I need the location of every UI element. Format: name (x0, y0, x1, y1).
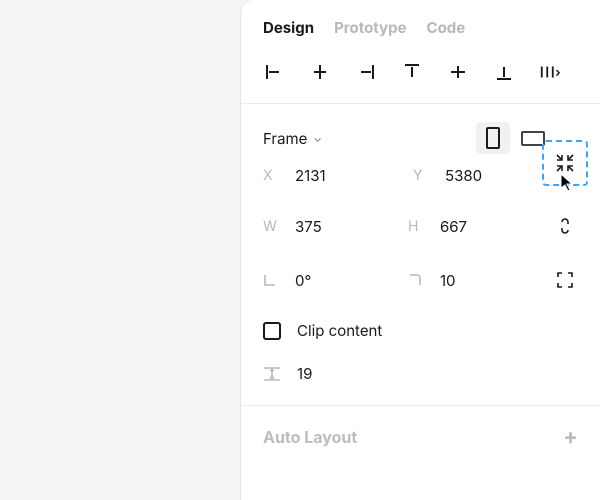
inspector-panel: Design Prototype Code Frame ⌄ (240, 0, 600, 500)
clip-content-row[interactable]: Clip content (241, 293, 600, 340)
radius-field[interactable]: 10 (408, 271, 553, 290)
tab-design[interactable]: Design (263, 18, 314, 37)
position-row: X 2131 Y 5380 (263, 166, 578, 185)
spacing-row[interactable]: 19 (241, 340, 600, 405)
link-icon (558, 216, 572, 236)
rotation-value: 0° (295, 271, 311, 290)
clip-content-label: Clip content (297, 321, 382, 340)
align-left-icon[interactable] (263, 61, 285, 83)
x-value: 2131 (295, 166, 326, 185)
angle-icon (263, 273, 281, 287)
rotation-radius-row: 0° 10 (263, 267, 578, 293)
y-label: Y (413, 167, 431, 184)
alignment-row (241, 37, 600, 103)
height-field[interactable]: H 667 (408, 217, 553, 236)
align-bottom-icon[interactable] (493, 61, 515, 83)
frame-type-dropdown[interactable]: Frame ⌄ (263, 129, 322, 148)
constrain-proportions-button[interactable] (553, 213, 578, 239)
rotation-field[interactable]: 0° (263, 271, 408, 290)
corner-radius-icon (408, 273, 426, 287)
width-field[interactable]: W 375 (263, 217, 408, 236)
tab-code[interactable]: Code (427, 18, 466, 37)
w-value: 375 (295, 217, 322, 236)
orientation-portrait-button[interactable] (476, 122, 510, 154)
orientation-group (476, 122, 550, 154)
x-field[interactable]: X 2131 (263, 166, 413, 185)
frame-label-text: Frame (263, 129, 307, 148)
portrait-icon (486, 127, 500, 149)
align-vcenter-icon[interactable] (447, 61, 469, 83)
panel-tabs: Design Prototype Code (241, 0, 600, 37)
radius-value: 10 (440, 271, 456, 290)
align-top-icon[interactable] (401, 61, 423, 83)
add-auto-layout-button[interactable]: + (563, 426, 578, 448)
size-row: W 375 H 667 (263, 213, 578, 239)
distribute-icon[interactable] (539, 61, 561, 83)
canvas-area (0, 0, 240, 500)
x-label: X (263, 167, 281, 184)
independent-corners-icon (557, 272, 573, 288)
y-field[interactable]: Y 5380 (413, 166, 563, 185)
align-hcenter-icon[interactable] (309, 61, 331, 83)
auto-layout-section-header: Auto Layout + (241, 406, 600, 468)
auto-layout-label: Auto Layout (263, 427, 357, 447)
tab-prototype[interactable]: Prototype (334, 18, 406, 37)
align-right-icon[interactable] (355, 61, 377, 83)
resize-to-fit-icon (555, 153, 575, 173)
spacing-icon (263, 366, 281, 382)
spacing-value: 19 (297, 364, 312, 383)
chevron-down-icon: ⌄ (313, 131, 322, 145)
resize-to-fit-button[interactable] (542, 140, 588, 186)
h-value: 667 (440, 217, 467, 236)
h-label: H (408, 218, 426, 235)
y-value: 5380 (445, 166, 482, 185)
independent-corners-button[interactable] (553, 267, 578, 293)
clip-content-checkbox[interactable] (263, 322, 281, 340)
w-label: W (263, 218, 281, 235)
